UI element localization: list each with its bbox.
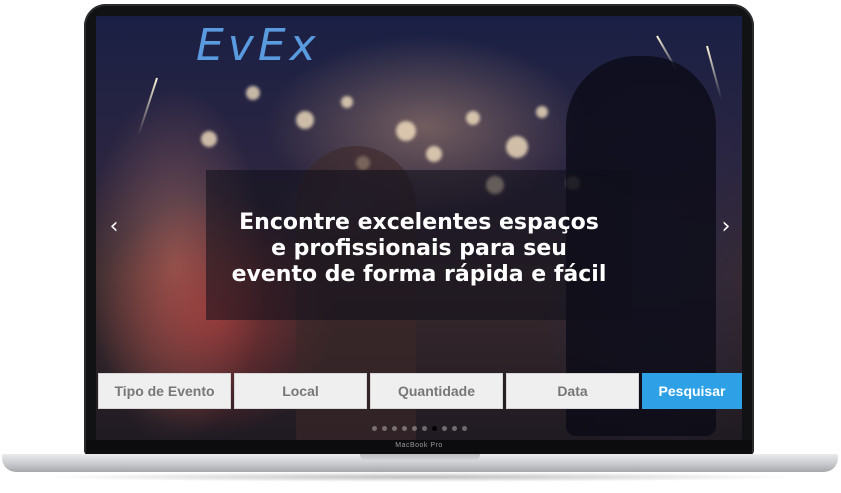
carousel-dot[interactable]: [431, 426, 437, 431]
headline-line: e profissionais para seu: [271, 236, 567, 261]
bokeh-light: [201, 131, 217, 147]
bokeh-light: [426, 146, 442, 162]
screen: EvEx Encontre excelentes espaços e profi…: [96, 16, 742, 444]
carousel-dot[interactable]: [441, 426, 447, 431]
bokeh-light: [296, 111, 314, 129]
bokeh-light: [466, 111, 480, 125]
search-bar: Tipo de Evento Local Quantidade Data Pes…: [98, 373, 742, 409]
chevron-right-icon[interactable]: ›: [716, 214, 736, 240]
date-field[interactable]: Data: [506, 373, 639, 409]
bokeh-light: [506, 136, 528, 158]
carousel-dot[interactable]: [381, 426, 387, 431]
brand-logo[interactable]: EvEx: [196, 20, 356, 72]
carousel-dot[interactable]: [461, 426, 467, 431]
event-type-field[interactable]: Tipo de Evento: [98, 373, 231, 409]
carousel-dot[interactable]: [371, 426, 377, 431]
laptop-notch: [360, 454, 480, 461]
carousel-dot[interactable]: [411, 426, 417, 431]
laptop-shadow: [40, 472, 800, 482]
headline-line: Encontre excelentes espaços: [239, 210, 599, 235]
location-field[interactable]: Local: [234, 373, 367, 409]
carousel-dot[interactable]: [391, 426, 397, 431]
headline-line: evento de forma rápida e fácil: [231, 262, 607, 287]
carousel-dot[interactable]: [421, 426, 427, 431]
bokeh-light: [246, 86, 260, 100]
bokeh-light: [536, 106, 548, 118]
carousel-dot[interactable]: [451, 426, 457, 431]
quantity-field[interactable]: Quantidade: [370, 373, 503, 409]
chevron-left-icon[interactable]: ‹: [104, 214, 124, 240]
hero-headline: Encontre excelentes espaços e profission…: [206, 210, 632, 288]
bokeh-light: [396, 121, 416, 141]
carousel-dot[interactable]: [401, 426, 407, 431]
bokeh-light: [341, 96, 353, 108]
search-button[interactable]: Pesquisar: [642, 373, 742, 409]
carousel-indicators: [96, 426, 742, 434]
device-model-label: MacBook Pro: [395, 442, 443, 449]
